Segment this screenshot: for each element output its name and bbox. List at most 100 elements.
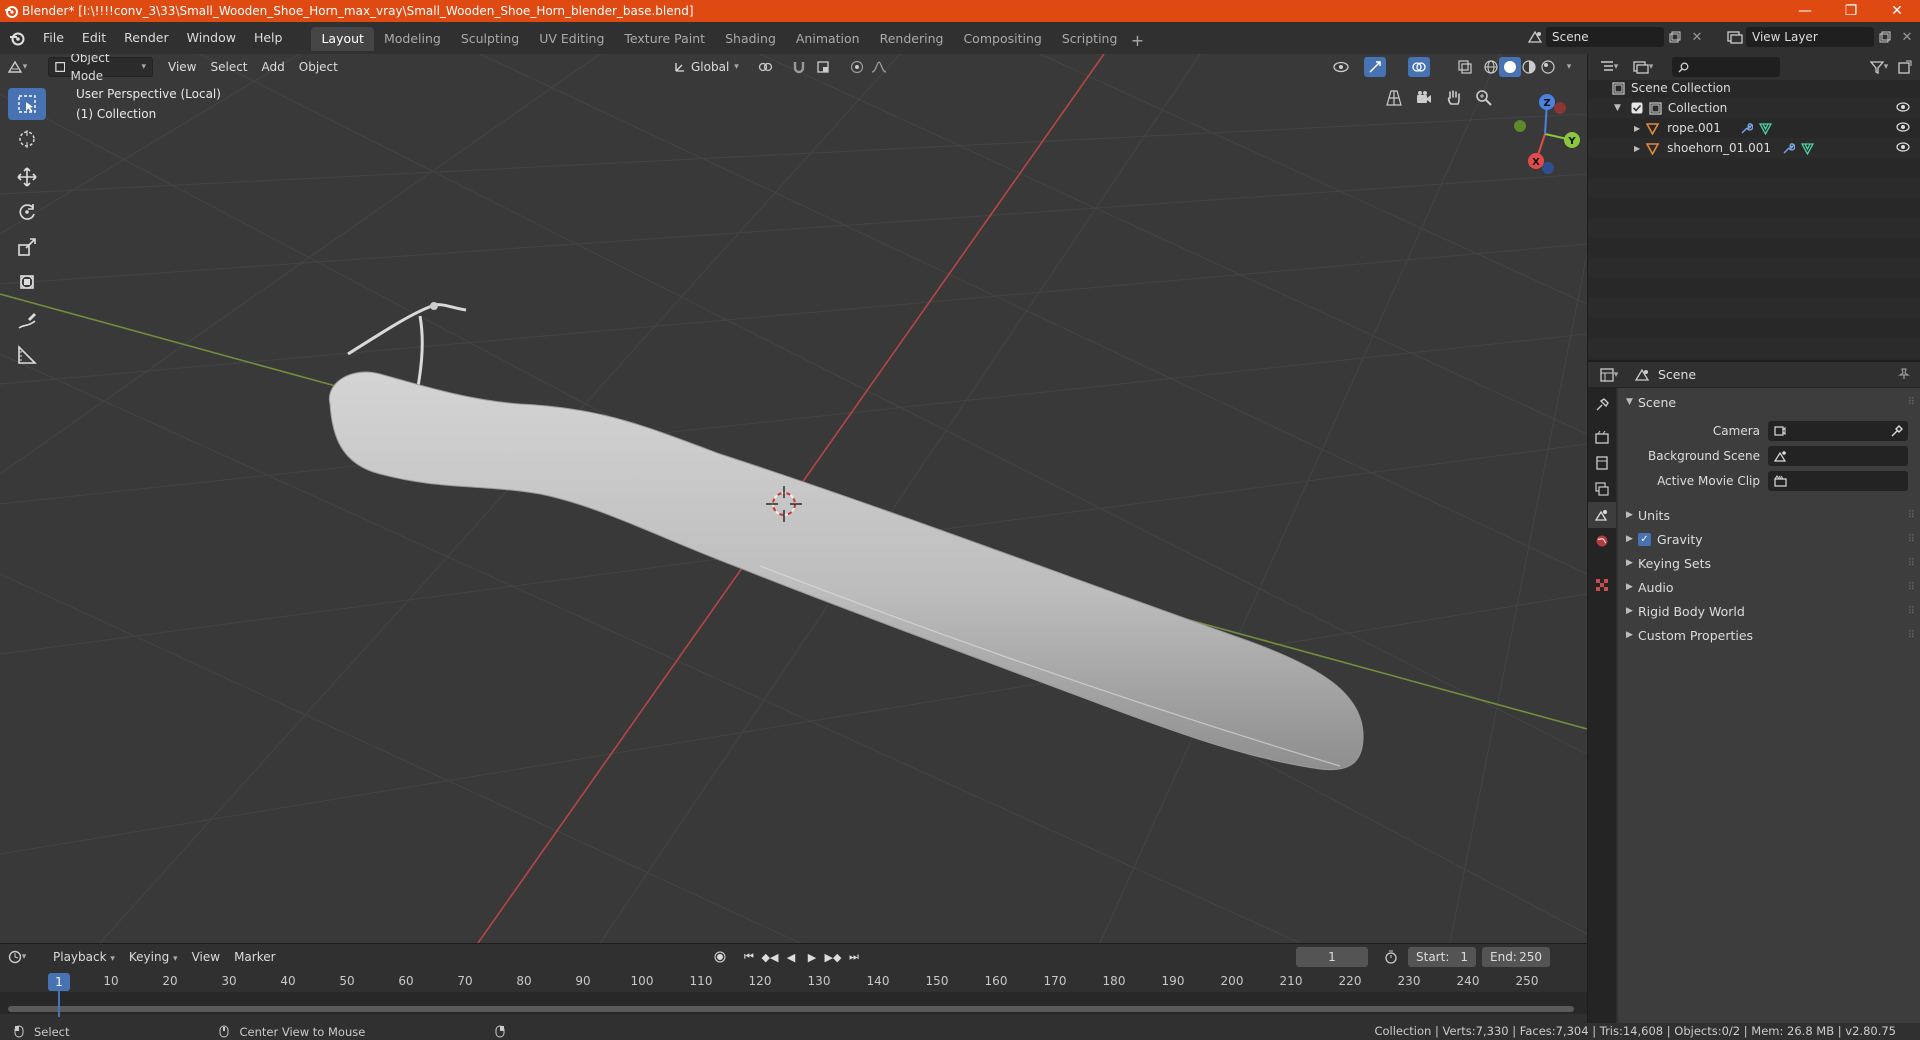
outliner-object-row[interactable]: ▶ rope.001 (1588, 118, 1920, 138)
tab-world-icon[interactable] (1588, 528, 1616, 554)
background-scene-field[interactable] (1768, 445, 1908, 466)
tab-output-icon[interactable] (1588, 450, 1616, 476)
tab-uv-editing[interactable]: UV Editing (529, 27, 614, 51)
proportional-edit-icon[interactable] (846, 57, 868, 77)
viewport-menu-select[interactable]: Select (203, 57, 254, 77)
timeline-menu-keying[interactable]: Keying ▾ (122, 947, 185, 967)
tab-view-layer-icon[interactable] (1588, 476, 1616, 502)
gravity-checkbox[interactable]: ✓ (1638, 532, 1651, 546)
new-view-layer-icon[interactable] (1874, 27, 1896, 47)
drag-handle-icon[interactable]: ⠿ (1908, 510, 1915, 521)
menu-window[interactable]: Window (178, 27, 245, 49)
keying-sets-panel-header[interactable]: ▶ Keying Sets ⠿ (1618, 551, 1920, 575)
pivot-point-icon[interactable] (755, 57, 777, 77)
display-mode-icon[interactable]: ▾ (1626, 57, 1660, 77)
select-box-tool-icon[interactable] (8, 88, 46, 120)
scale-tool-icon[interactable] (8, 231, 46, 263)
expand-arrow-icon[interactable]: ▶ (1634, 124, 1640, 133)
timeline-ruler[interactable]: 1 10 20 30 40 50 60 70 80 90 100 110 120… (0, 972, 1587, 992)
measure-tool-icon[interactable] (8, 339, 46, 371)
rendered-shading-icon[interactable] (1537, 57, 1559, 77)
eye-icon[interactable] (1896, 101, 1910, 115)
filter-icon[interactable]: ▾ (1868, 57, 1890, 77)
transform-orientation-dropdown[interactable]: Global ▾ (668, 57, 746, 77)
stopwatch-icon[interactable] (1380, 947, 1402, 967)
camera-field[interactable] (1768, 420, 1908, 441)
scene-name-field[interactable]: Scene (1546, 27, 1664, 47)
pan-view-hand-icon[interactable] (1440, 84, 1468, 112)
timeline-menu-playback[interactable]: Playback ▾ (46, 947, 122, 967)
modifier-wrench-icon[interactable] (1782, 142, 1795, 155)
add-workspace-button[interactable]: + (1127, 31, 1147, 51)
snap-target-icon[interactable] (812, 57, 834, 77)
drag-handle-icon[interactable]: ⠿ (1908, 582, 1915, 593)
new-scene-icon[interactable] (1664, 27, 1686, 47)
units-panel-header[interactable]: ▶ Units ⠿ (1618, 503, 1920, 527)
menu-edit[interactable]: Edit (73, 27, 115, 49)
pin-icon[interactable] (1898, 368, 1910, 380)
eye-icon[interactable] (1896, 141, 1910, 155)
toggle-perspective-icon[interactable] (1380, 84, 1408, 112)
mesh-data-icon[interactable] (1801, 142, 1814, 155)
delete-scene-icon[interactable]: ✕ (1686, 27, 1708, 47)
tab-animation[interactable]: Animation (786, 27, 870, 51)
viewport-menu-add[interactable]: Add (255, 57, 292, 77)
tab-rendering[interactable]: Rendering (870, 27, 954, 51)
tab-scripting[interactable]: Scripting (1052, 27, 1128, 51)
view-layer-name-field[interactable]: View Layer (1746, 27, 1874, 47)
gizmo-toggle-icon[interactable] (1364, 57, 1386, 77)
drag-handle-icon[interactable]: ⠿ (1908, 397, 1915, 408)
rigid-body-world-panel-header[interactable]: ▶ Rigid Body World ⠿ (1618, 599, 1920, 623)
tab-texture-paint[interactable]: Texture Paint (614, 27, 715, 51)
tab-shading[interactable]: Shading (715, 27, 786, 51)
drag-handle-icon[interactable]: ⠿ (1908, 558, 1915, 569)
cursor-tool-icon[interactable] (8, 123, 46, 155)
jump-to-start-icon[interactable]: ⏮ (740, 947, 758, 967)
expand-arrow-icon[interactable]: ▶ (1634, 144, 1640, 153)
menu-file[interactable]: File (34, 27, 73, 49)
previous-keyframe-icon[interactable]: ◆◀ (761, 947, 779, 967)
custom-properties-panel-header[interactable]: ▶ Custom Properties ⠿ (1618, 623, 1920, 647)
end-frame-field[interactable]: End: 250 (1482, 947, 1550, 967)
record-icon[interactable] (711, 947, 729, 967)
zoom-view-icon[interactable] (1470, 84, 1498, 112)
tab-texture-icon[interactable] (1588, 572, 1616, 598)
menu-help[interactable]: Help (245, 27, 292, 49)
timeline-scrollbar[interactable] (8, 1006, 1574, 1012)
scene-browse-icon[interactable] (1524, 27, 1546, 47)
modifier-wrench-icon[interactable] (1740, 122, 1753, 135)
rotate-tool-icon[interactable] (8, 196, 46, 228)
maximize-button[interactable]: ❐ (1828, 0, 1874, 22)
playhead[interactable]: 1 (48, 973, 70, 991)
camera-view-icon[interactable] (1410, 84, 1438, 112)
tab-sculpting[interactable]: Sculpting (451, 27, 529, 51)
jump-to-end-icon[interactable]: ⏭ (845, 947, 863, 967)
3d-viewport[interactable]: ▾ Object Mode ▾ View Select Add Object G… (0, 54, 1587, 943)
overlays-toggle-icon[interactable] (1408, 57, 1430, 77)
close-button[interactable]: ✕ (1874, 0, 1920, 22)
shading-options-icon[interactable]: ▾ (1558, 57, 1580, 77)
visibility-filter-icon[interactable] (1330, 57, 1352, 77)
editor-type-icon[interactable]: ▾ (0, 57, 34, 77)
play-icon[interactable]: ▶ (803, 947, 821, 967)
tab-compositing[interactable]: Compositing (953, 27, 1051, 51)
outliner-scene-collection[interactable]: Scene Collection (1588, 78, 1920, 98)
timeline-menu-view[interactable]: View (185, 947, 227, 967)
xray-toggle-icon[interactable] (1454, 57, 1476, 77)
next-keyframe-icon[interactable]: ▶◆ (824, 947, 842, 967)
drag-handle-icon[interactable]: ⠿ (1908, 606, 1915, 617)
drag-handle-icon[interactable]: ⠿ (1908, 630, 1915, 641)
collection-exclude-checkbox[interactable] (1631, 102, 1643, 114)
gravity-panel-header[interactable]: ▶ ✓ Gravity ⠿ (1618, 527, 1920, 551)
object-mode-dropdown[interactable]: Object Mode ▾ (48, 54, 153, 83)
blender-menu-icon[interactable] (0, 30, 34, 46)
outliner-search-input[interactable] (1672, 57, 1780, 77)
viewport-menu-view[interactable]: View (161, 57, 203, 77)
tab-modeling[interactable]: Modeling (374, 27, 451, 51)
move-tool-icon[interactable] (8, 161, 46, 193)
start-frame-field[interactable]: Start: 1 (1408, 947, 1476, 967)
tab-scene-icon[interactable] (1588, 502, 1616, 528)
new-collection-icon[interactable] (1894, 57, 1916, 77)
outliner-object-row[interactable]: ▶ shoehorn_01.001 (1588, 138, 1920, 158)
falloff-curve-icon[interactable] (868, 57, 890, 77)
